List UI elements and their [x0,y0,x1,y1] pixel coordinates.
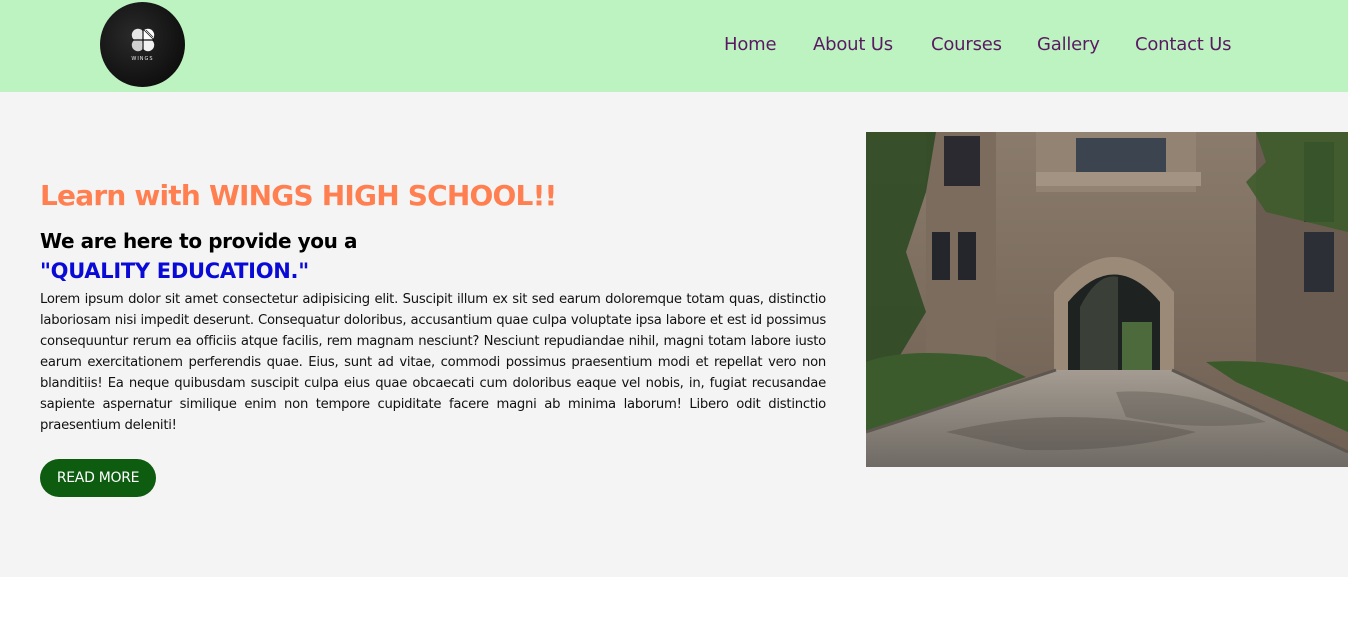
school-building-image [866,132,1348,467]
wings-logo[interactable]: WINGS [100,2,185,87]
hero-subtitle: We are here to provide you a [40,229,358,253]
hero-quote: "QUALITY EDUCATION." [40,259,309,283]
nav-courses[interactable]: Courses [931,34,1002,55]
read-more-button[interactable]: READ MORE [40,459,156,497]
hero-paragraph: Lorem ipsum dolor sit amet consectetur a… [40,292,826,433]
nav-contact-us[interactable]: Contact Us [1135,34,1232,55]
logo-text: WINGS [131,56,154,62]
wings-logo-icon [131,28,154,52]
nav-about-us[interactable]: About Us [813,34,893,55]
hero-title: Learn with WINGS HIGH SCHOOL!! [40,179,557,212]
navbar: WINGS Home About Us Courses Gallery Cont… [0,0,1348,92]
nav-home[interactable]: Home [724,34,777,55]
hero-section: Learn with WINGS HIGH SCHOOL!! We are he… [0,92,1348,577]
nav-gallery[interactable]: Gallery [1037,34,1100,55]
